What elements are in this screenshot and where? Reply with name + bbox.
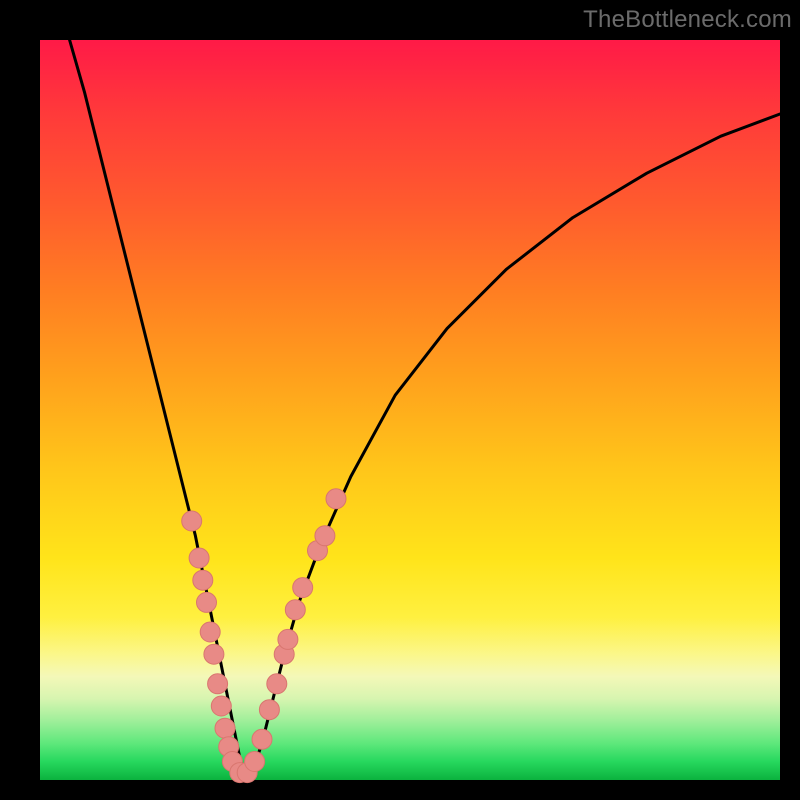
marker-dot <box>204 644 224 664</box>
marker-dot <box>208 674 228 694</box>
marker-dot <box>315 526 335 546</box>
marker-dot <box>259 700 279 720</box>
marker-dot <box>267 674 287 694</box>
chart-overlay <box>40 40 780 780</box>
marker-dot <box>197 592 217 612</box>
marker-dot <box>200 622 220 642</box>
marker-dot <box>278 629 298 649</box>
marker-dot <box>215 718 235 738</box>
bottleneck-curve <box>70 40 780 780</box>
marker-dot <box>182 511 202 531</box>
curve-path <box>70 40 780 780</box>
watermark-text: TheBottleneck.com <box>583 6 792 34</box>
marker-dot <box>245 752 265 772</box>
marker-dot <box>252 729 272 749</box>
plot-area <box>40 40 780 780</box>
marker-dot <box>285 600 305 620</box>
marker-dot <box>189 548 209 568</box>
chart-frame: TheBottleneck.com <box>0 0 800 800</box>
marker-dot <box>193 570 213 590</box>
marker-dots <box>182 489 346 783</box>
marker-dot <box>211 696 231 716</box>
marker-dot <box>326 489 346 509</box>
marker-dot <box>293 578 313 598</box>
